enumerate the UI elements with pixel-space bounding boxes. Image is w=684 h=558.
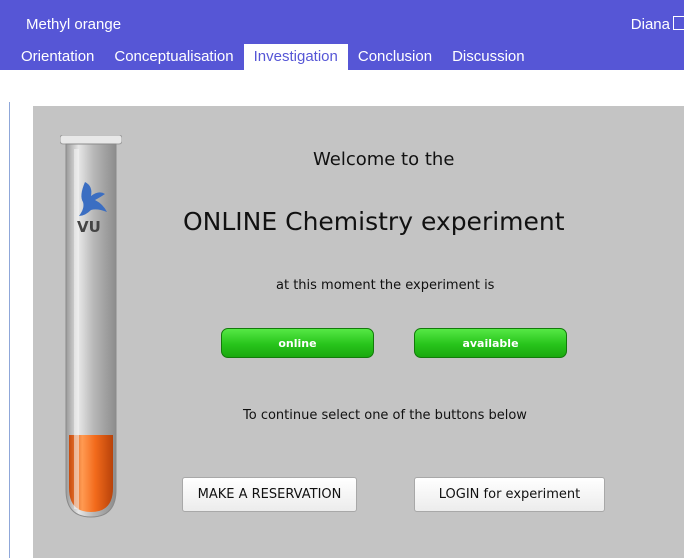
tab-investigation[interactable]: Investigation	[243, 44, 348, 70]
tab-conceptualisation[interactable]: Conceptualisation	[104, 44, 243, 70]
status-text: at this moment the experiment is	[276, 278, 495, 293]
vu-logo-text: VU	[77, 218, 101, 236]
tab-orientation[interactable]: Orientation	[0, 44, 104, 70]
instruction-text: To continue select one of the buttons be…	[243, 408, 527, 423]
app-header: Methyl orange Diana Orientation Conceptu…	[0, 0, 684, 70]
tab-bar: Orientation Conceptualisation Investigat…	[0, 44, 535, 70]
external-link-icon	[673, 16, 684, 30]
page-title: ONLINE Chemistry experiment	[183, 207, 565, 236]
status-badge-available: available	[414, 328, 567, 358]
welcome-text: Welcome to the	[313, 149, 455, 170]
make-reservation-button[interactable]: MAKE A RESERVATION	[182, 477, 357, 512]
app-title: Methyl orange	[26, 16, 122, 33]
content-border	[9, 102, 10, 558]
tab-discussion[interactable]: Discussion	[442, 44, 535, 70]
login-experiment-button[interactable]: LOGIN for experiment	[414, 477, 605, 512]
tab-conclusion[interactable]: Conclusion	[348, 44, 442, 70]
vu-logo: VU	[75, 178, 111, 238]
user-menu[interactable]: Diana	[631, 16, 684, 33]
experiment-panel: VU Welcome to the ONLINE Chemistry exper…	[33, 106, 684, 558]
griffin-icon	[79, 182, 107, 216]
status-badge-online: online	[221, 328, 374, 358]
user-name: Diana	[630, 16, 670, 33]
